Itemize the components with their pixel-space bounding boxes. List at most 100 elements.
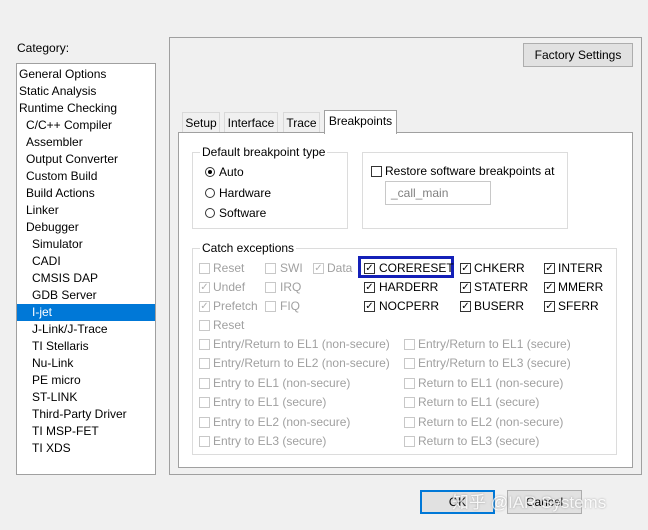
category-item-label: J-Link/J-Trace — [32, 322, 108, 336]
category-item[interactable]: C/C++ Compiler — [17, 117, 155, 134]
hardware-radio[interactable] — [205, 188, 215, 198]
sferr-checkbox[interactable]: ✓ — [544, 301, 555, 312]
el-exception-label: Return to EL1 (secure) — [418, 395, 540, 410]
category-item-label: Output Converter — [26, 152, 119, 166]
mmerr-label: MMERR — [558, 280, 604, 294]
el-exception-label: Entry to EL2 (non-secure) — [213, 414, 351, 429]
category-item-label: TI XDS — [32, 441, 71, 455]
el-exception-checkbox — [199, 397, 210, 409]
restore-breakpoints-checkbox[interactable] — [371, 166, 382, 177]
category-item-label: TI Stellaris — [32, 339, 89, 353]
el-exception-label: Entry to EL1 (non-secure) — [213, 375, 351, 390]
el-exception-checkbox — [404, 416, 415, 428]
category-item[interactable]: Output Converter — [17, 151, 155, 168]
category-label: Category: — [17, 41, 70, 55]
harderr-checkbox[interactable]: ✓ — [364, 282, 375, 293]
category-item[interactable]: Static Analysis — [17, 83, 155, 100]
category-item[interactable]: General Options — [17, 66, 155, 83]
category-item[interactable]: Assembler — [17, 134, 155, 151]
reset2-label: Reset — [213, 318, 245, 332]
category-item-label: CADI — [32, 254, 61, 268]
el-exception-checkbox — [199, 339, 210, 350]
default-breakpoint-title: Default breakpoint type — [200, 145, 328, 159]
el-exception-checkbox — [199, 377, 210, 389]
el-exception-checkbox — [199, 358, 210, 370]
category-item-label: Custom Build — [26, 169, 98, 183]
category-item-label: ST-LINK — [32, 390, 78, 404]
undef-checkbox: ✓ — [199, 282, 210, 293]
auto-radio[interactable] — [205, 167, 215, 177]
el-exception-checkbox — [404, 436, 415, 447]
category-item[interactable]: Nu-Link — [17, 355, 155, 372]
category-item[interactable]: Simulator — [17, 236, 155, 253]
category-item[interactable]: TI XDS — [17, 440, 155, 457]
category-item[interactable]: PE micro — [17, 372, 155, 389]
buserr-label: BUSERR — [474, 299, 525, 313]
category-item[interactable]: Third-Party Driver — [17, 406, 155, 423]
category-item-label: I-jet — [32, 305, 53, 319]
restore-breakpoints-input[interactable]: _call_main — [385, 181, 491, 205]
chkerr-checkbox[interactable]: ✓ — [460, 263, 471, 274]
staterr-label: STATERR — [474, 280, 529, 294]
software-label: Software — [219, 206, 267, 220]
category-item[interactable]: Runtime Checking — [17, 100, 155, 117]
factory-settings-button[interactable]: Factory Settings — [523, 43, 633, 67]
interr-checkbox[interactable]: ✓ — [544, 263, 555, 274]
data-checkbox: ✓ — [313, 263, 324, 274]
interr-label: INTERR — [558, 261, 603, 275]
el-exception-checkbox — [404, 358, 415, 370]
category-list[interactable]: General Options Static Analysis Runtime Ch… — [16, 63, 156, 475]
category-item[interactable]: J-Link/J-Trace — [17, 321, 155, 338]
corereset-checkbox[interactable]: ✓ — [364, 263, 375, 274]
category-item-label: Assembler — [26, 135, 83, 149]
category-item-label: TI MSP-FET — [32, 424, 99, 438]
tab-setup[interactable]: Setup — [182, 112, 220, 132]
category-item-label: Build Actions — [26, 186, 95, 200]
el-exception-checkbox — [404, 339, 415, 350]
category-item[interactable]: TI MSP-FET — [17, 423, 155, 440]
buserr-checkbox[interactable]: ✓ — [460, 301, 471, 312]
reset2-checkbox — [199, 320, 210, 331]
el-exception-checkbox — [404, 397, 415, 409]
tab-interface[interactable]: Interface — [224, 112, 278, 132]
restore-breakpoints-label: Restore software breakpoints at — [385, 164, 555, 178]
category-item[interactable]: GDB Server — [17, 287, 155, 304]
el-exception-checkbox — [199, 416, 210, 428]
category-item-label: CMSIS DAP — [32, 271, 99, 285]
sferr-label: SFERR — [558, 299, 599, 313]
category-item[interactable]: Custom Build — [17, 168, 155, 185]
harderr-label: HARDERR — [379, 280, 439, 294]
category-item[interactable]: CADI — [17, 253, 155, 270]
category-item[interactable]: I-jet — [17, 304, 155, 321]
category-item[interactable]: Linker — [17, 202, 155, 219]
irq-checkbox — [265, 282, 276, 293]
watermark: 知乎 @IAR Systems — [452, 493, 607, 512]
category-item-label: General Options — [19, 67, 107, 81]
category-item[interactable]: CMSIS DAP — [17, 270, 155, 287]
nocperr-checkbox[interactable]: ✓ — [364, 301, 375, 312]
catch-exceptions-title: Catch exceptions — [200, 241, 297, 255]
reset-label: Reset — [213, 261, 245, 275]
category-item-label: Nu-Link — [32, 356, 74, 370]
category-item-label: Linker — [26, 203, 59, 217]
data-label: Data — [327, 261, 353, 275]
category-item-label: Runtime Checking — [19, 101, 118, 115]
irq-label: IRQ — [280, 280, 302, 294]
el-exception-checkbox — [199, 436, 210, 447]
undef-label: Undef — [213, 280, 246, 294]
software-radio[interactable] — [205, 208, 215, 218]
corereset-label: CORERESET — [379, 261, 454, 275]
el-exception-label: Entry/Return to EL3 (secure) — [418, 356, 571, 371]
prefetch-label: Prefetch — [213, 299, 258, 313]
mmerr-checkbox[interactable]: ✓ — [544, 282, 555, 293]
el-exception-label: Entry/Return to EL1 (non-secure) — [213, 337, 390, 351]
swi-label: SWI — [280, 261, 303, 275]
el-exception-label: Entry to EL3 (secure) — [213, 434, 327, 448]
category-item[interactable]: Build Actions — [17, 185, 155, 202]
tab-breakpoints[interactable]: Breakpoints — [324, 110, 397, 134]
category-item[interactable]: ST-LINK — [17, 389, 155, 406]
category-item[interactable]: Debugger — [17, 219, 155, 236]
category-item[interactable]: TI Stellaris — [17, 338, 155, 355]
tab-trace[interactable]: Trace — [283, 112, 320, 132]
staterr-checkbox[interactable]: ✓ — [460, 282, 471, 293]
